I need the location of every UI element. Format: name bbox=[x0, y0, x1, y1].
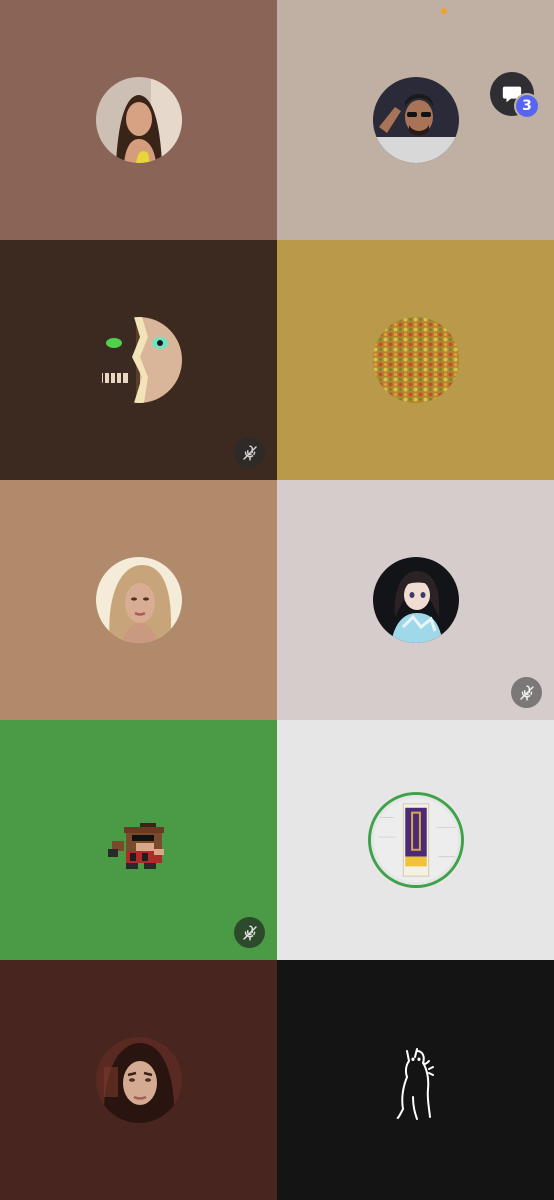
man-sunglasses-avatar bbox=[372, 77, 459, 163]
participant-tile[interactable] bbox=[0, 240, 277, 480]
participant-tile[interactable] bbox=[277, 480, 554, 720]
pattern-avatar bbox=[372, 317, 459, 403]
anime-girl-avatar bbox=[372, 557, 459, 643]
unread-count-badge: 3 bbox=[516, 95, 538, 117]
woman-portrait-avatar bbox=[95, 1037, 182, 1123]
muted-mic-icon bbox=[511, 677, 542, 708]
pixel-monkey-avatar bbox=[96, 797, 182, 883]
muted-mic-icon bbox=[234, 437, 265, 468]
cat-outline-avatar bbox=[373, 1037, 459, 1123]
participant-tile[interactable] bbox=[0, 960, 277, 1200]
participant-tile[interactable] bbox=[277, 0, 554, 240]
woman-photo-avatar bbox=[95, 77, 182, 163]
participant-tile[interactable] bbox=[0, 720, 277, 960]
voice-call-grid bbox=[0, 0, 554, 1200]
vikings-ticket-avatar bbox=[370, 795, 461, 885]
status-dot bbox=[441, 8, 447, 14]
participant-tile[interactable] bbox=[0, 480, 277, 720]
participant-tile-speaking[interactable] bbox=[277, 720, 554, 960]
anime-split-face-avatar bbox=[95, 317, 182, 403]
muted-mic-icon bbox=[234, 917, 265, 948]
participant-tile[interactable] bbox=[0, 0, 277, 240]
participant-tile[interactable] bbox=[277, 240, 554, 480]
blonde-woman-avatar bbox=[95, 557, 182, 643]
participant-tile[interactable] bbox=[277, 960, 554, 1200]
